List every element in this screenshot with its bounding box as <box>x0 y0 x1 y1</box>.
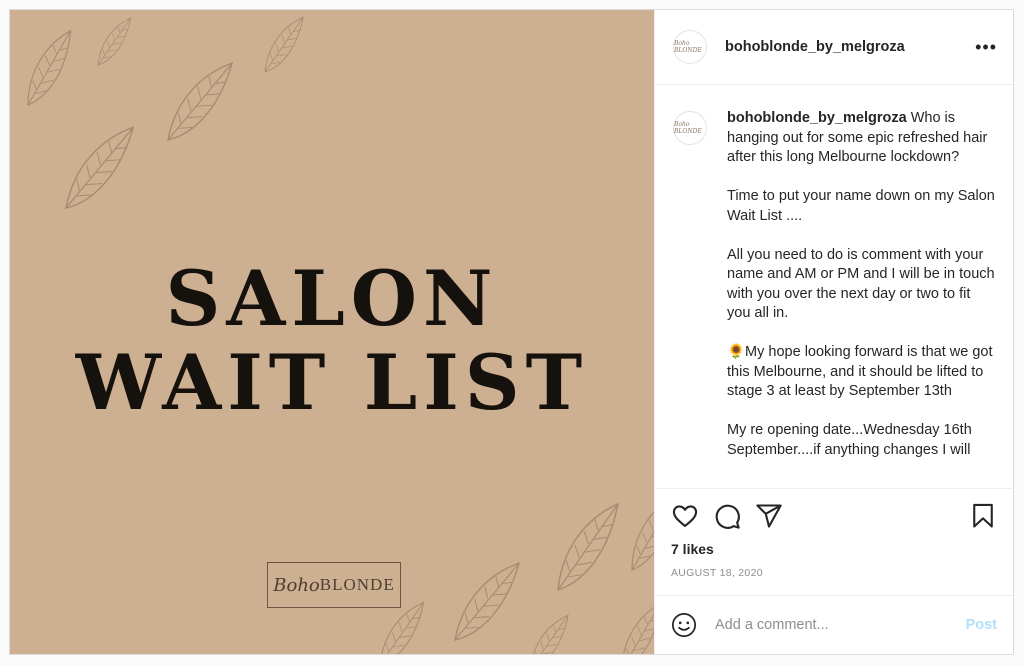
image-title-line1: SALON <box>165 254 499 343</box>
logo-script: Boho <box>273 574 320 596</box>
comment-input[interactable] <box>713 615 966 634</box>
post-sidebar: Boho BLONDE bohoblonde_by_melgroza ••• B… <box>654 10 1013 654</box>
logo-caps: BLONDE <box>319 575 395 594</box>
post-date[interactable]: AUGUST 18, 2020 <box>671 567 997 579</box>
image-title-line2: WAIT LIST <box>75 338 589 427</box>
share-icon[interactable] <box>755 502 783 530</box>
username-link[interactable]: bohoblonde_by_melgroza <box>725 39 905 55</box>
action-bar <box>671 501 997 531</box>
avatar[interactable]: Boho BLONDE <box>673 30 707 65</box>
like-heart-icon[interactable] <box>671 502 699 530</box>
avatar[interactable]: Boho BLONDE <box>673 111 707 146</box>
bookmark-icon[interactable] <box>969 502 997 530</box>
caption-username[interactable]: bohoblonde_by_melgroza <box>727 110 907 126</box>
post-comment-button[interactable]: Post <box>966 617 997 633</box>
add-comment-row: Post <box>655 594 1013 654</box>
post-image[interactable]: SALON WAIT LIST Boho BLONDE <box>10 10 654 654</box>
likes-count[interactable]: 7 likes <box>671 541 997 557</box>
instagram-post: SALON WAIT LIST Boho BLONDE Boho BLONDE b… <box>9 9 1014 655</box>
post-actions: 7 likes AUGUST 18, 2020 <box>655 487 1013 579</box>
post-header: Boho BLONDE bohoblonde_by_melgroza ••• <box>655 10 1013 86</box>
caption-area: Boho BLONDE bohoblonde_by_melgroza Who i… <box>655 85 1013 487</box>
post-caption: bohoblonde_by_melgroza Who is hanging ou… <box>727 109 995 460</box>
brand-logo: Boho BLONDE <box>267 562 401 608</box>
emoji-icon[interactable] <box>671 612 697 638</box>
comment-icon[interactable] <box>713 502 741 530</box>
more-options-icon[interactable]: ••• <box>975 37 997 58</box>
caption-text: Who is hanging out for some epic refresh… <box>727 110 995 458</box>
